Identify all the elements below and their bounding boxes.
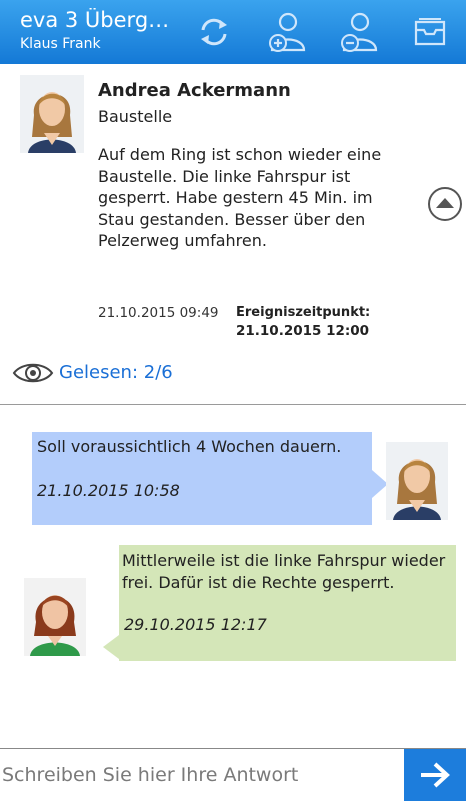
archive-button[interactable] [408,10,452,54]
chevron-up-icon [428,187,462,221]
message-avatar [386,442,448,520]
app-title: eva 3 Überg… [20,8,170,32]
post-author: Andrea Ackermann [98,80,291,101]
message-time: 29.10.2015 12:17 [124,615,267,634]
scroll-up-button[interactable] [427,186,463,222]
post-date: 21.10.2015 09:49 [98,305,219,321]
event-time-label: Ereigniszeitpunkt: [236,305,371,320]
reply-bar [0,748,466,801]
message-avatar [24,578,86,656]
add-participant-button[interactable] [264,10,308,54]
divider [0,404,466,405]
message-text: Soll voraussichtlich 4 Wochen dauern. [37,437,342,456]
remove-participant-button[interactable] [336,10,380,54]
message-text: Mittlerweile ist die linke Fahrspur wied… [122,551,446,592]
post-body: Auf dem Ring ist schon wieder eine Baust… [98,145,382,250]
sync-icon [201,18,227,46]
current-user: Klaus Frank [20,36,101,52]
sync-button[interactable] [192,10,236,54]
message-bubble: Soll voraussichtlich 4 Wochen dauern. 21… [32,432,388,525]
post-subject: Baustelle [98,107,173,126]
top-bar: eva 3 Überg… Klaus Frank [0,0,466,64]
read-status-link[interactable]: Gelesen: 2/6 [59,362,173,383]
message-time: 21.10.2015 10:58 [37,481,180,500]
event-time-value: 21.10.2015 12:00 [236,323,370,339]
author-avatar [20,75,84,153]
send-button[interactable] [404,749,466,801]
eye-icon [12,363,54,383]
arrow-right-icon [421,762,450,788]
remove-user-icon [341,12,378,52]
archive-icon [414,18,446,46]
message-bubble: Mittlerweile ist die linke Fahrspur wied… [103,545,456,661]
reply-input[interactable] [0,749,402,801]
add-user-icon [269,12,306,52]
